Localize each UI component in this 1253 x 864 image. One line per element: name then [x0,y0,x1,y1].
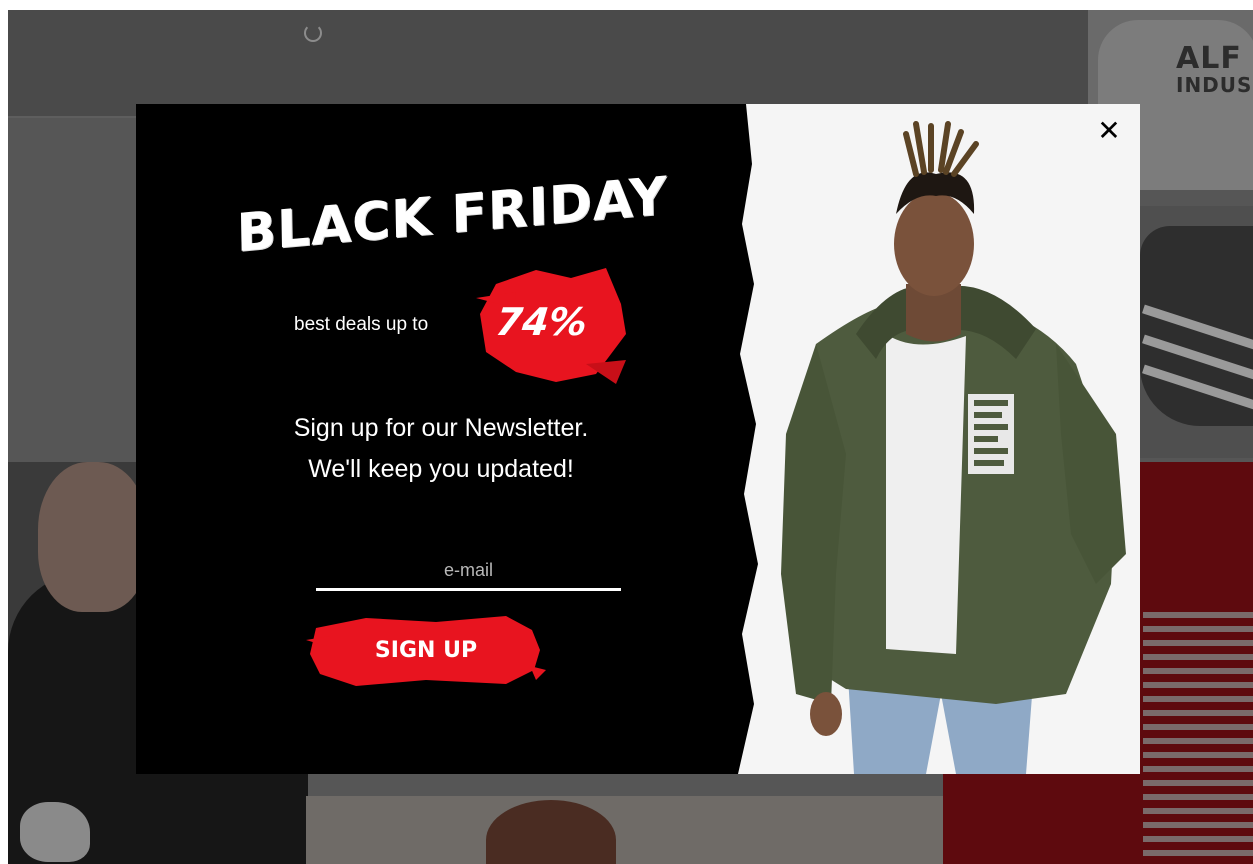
discount-percent: 74% [493,300,590,344]
popup-right-panel [736,104,1140,774]
deals-text: best deals up to [294,314,429,335]
storefront-header [8,10,1088,118]
page: ALF INDUS ✕ BLACK FRIDAY best deals up t… [0,0,1253,864]
model-photo [736,104,1140,774]
tshirt-print-line2: INDUS [1176,73,1253,97]
signup-button[interactable]: SIGN UP [306,610,546,690]
tshirt-print-line1: ALF [1176,41,1242,76]
striped-gift-image [1143,612,1253,864]
model-face-image [38,462,148,612]
close-icon: ✕ [1097,114,1121,147]
tshirt-print: ALF INDUS [1176,41,1253,98]
newsletter-line-1: Sign up for our Newsletter. [293,414,589,442]
newsletter-line-2: We'll keep you updated! [308,455,574,483]
close-button[interactable]: ✕ [1094,116,1124,146]
hoodie-logo-image [20,802,90,862]
email-field[interactable] [316,552,621,591]
product-tile-sneaker[interactable] [1140,206,1253,458]
newsletter-message: Sign up for our Newsletter. We'll keep y… [136,408,746,490]
signup-label: SIGN UP [374,638,478,663]
product-tile-woman[interactable] [306,796,943,864]
newsletter-popup: ✕ BLACK FRIDAY best deals up to 74% Sign… [136,104,1140,774]
model-hair-image [486,800,616,864]
loading-spinner-icon [304,24,322,42]
